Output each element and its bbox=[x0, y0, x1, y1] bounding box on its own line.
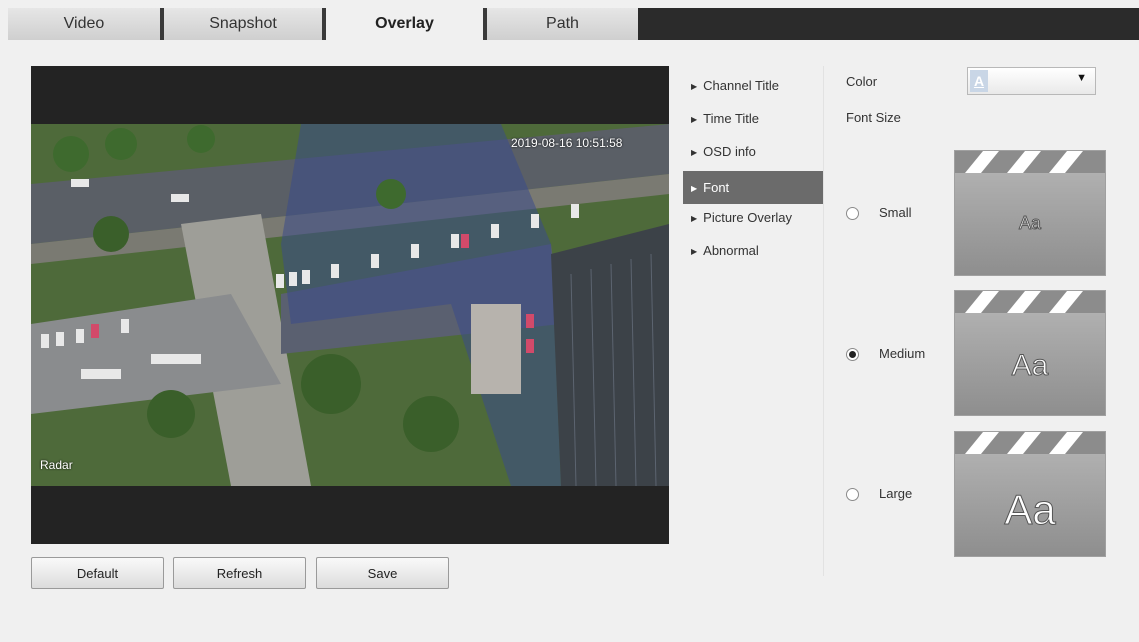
menu-item-abnormal[interactable]: ▶ Abnormal bbox=[683, 237, 823, 270]
radio-small[interactable] bbox=[846, 207, 859, 220]
overlay-menu: ▶ Channel Title ▶ Time Title ▶ OSD info ▶ Fo… bbox=[683, 72, 823, 270]
font-preview-text: Aa bbox=[1018, 213, 1042, 234]
clapperboard-icon bbox=[955, 151, 1105, 173]
font-preview-medium: Aa bbox=[954, 290, 1106, 416]
menu-item-label: Font bbox=[703, 180, 730, 195]
default-button[interactable]: Default bbox=[31, 557, 164, 589]
size-label-large: Large bbox=[879, 486, 913, 501]
triangle-right-icon: ▶ bbox=[691, 82, 698, 91]
video-preview: 2019-08-16 10:51:58 Radar bbox=[31, 66, 669, 544]
refresh-button[interactable]: Refresh bbox=[173, 557, 306, 589]
triangle-right-icon: ▶ bbox=[691, 148, 698, 157]
triangle-right-icon: ▶ bbox=[691, 184, 698, 193]
tab-path[interactable]: Path bbox=[487, 8, 638, 40]
menu-item-label: OSD info bbox=[703, 144, 756, 159]
channel-title-overlay: Radar bbox=[40, 458, 73, 472]
size-label-medium: Medium bbox=[879, 346, 926, 361]
dropdown-arrow-icon: ▼ bbox=[1076, 72, 1087, 84]
radio-medium[interactable] bbox=[846, 348, 859, 361]
menu-item-picture-overlay[interactable]: ▶ Picture Overlay bbox=[683, 204, 823, 237]
tab-bar: Video Snapshot Overlay Path bbox=[8, 8, 1139, 40]
color-label: Color bbox=[846, 74, 878, 89]
time-title-overlay: 2019-08-16 10:51:58 bbox=[511, 136, 623, 150]
triangle-right-icon: ▶ bbox=[691, 214, 698, 223]
menu-item-osd-info[interactable]: ▶ OSD info bbox=[683, 138, 823, 171]
menu-item-channel-title[interactable]: ▶ Channel Title bbox=[683, 72, 823, 105]
menu-item-label: Picture Overlay bbox=[703, 210, 793, 225]
font-preview-text: Aa bbox=[1004, 486, 1056, 534]
radio-large[interactable] bbox=[846, 488, 859, 501]
triangle-right-icon: ▶ bbox=[691, 115, 698, 124]
tab-snapshot[interactable]: Snapshot bbox=[164, 8, 322, 40]
menu-item-label: Time Title bbox=[703, 111, 760, 126]
menu-item-font[interactable]: ▶ Font bbox=[683, 171, 823, 204]
menu-item-label: Abnormal bbox=[703, 243, 759, 258]
aerial-view-image bbox=[31, 124, 669, 486]
panel-divider bbox=[823, 66, 824, 576]
size-label-small: Small bbox=[879, 205, 912, 220]
font-preview-small: Aa bbox=[954, 150, 1106, 276]
save-button[interactable]: Save bbox=[316, 557, 449, 589]
color-swatch: A bbox=[970, 70, 988, 92]
font-preview-text: Aa bbox=[1011, 349, 1049, 383]
tab-overlay[interactable]: Overlay bbox=[326, 8, 483, 40]
clapperboard-icon bbox=[955, 432, 1105, 454]
font-size-label: Font Size bbox=[846, 110, 901, 125]
menu-item-label: Channel Title bbox=[703, 78, 780, 93]
tab-video[interactable]: Video bbox=[8, 8, 160, 40]
font-preview-large: Aa bbox=[954, 431, 1106, 557]
color-select[interactable]: A ▼ bbox=[967, 67, 1096, 95]
menu-item-time-title[interactable]: ▶ Time Title bbox=[683, 105, 823, 138]
triangle-right-icon: ▶ bbox=[691, 247, 698, 256]
clapperboard-icon bbox=[955, 291, 1105, 313]
video-image: 2019-08-16 10:51:58 Radar bbox=[31, 124, 669, 486]
